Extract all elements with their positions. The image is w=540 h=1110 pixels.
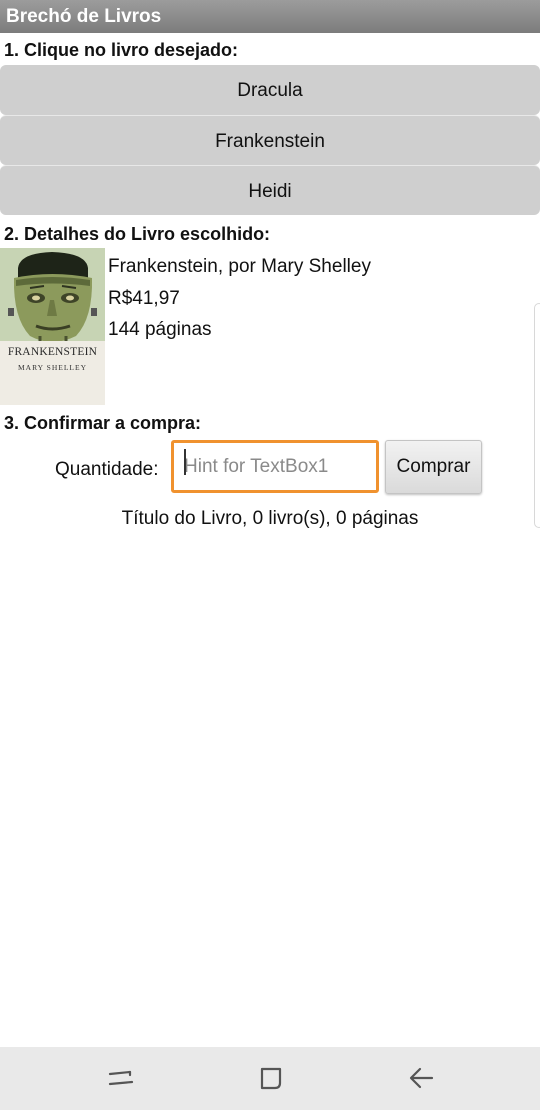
book-pages: 144 páginas xyxy=(108,319,212,340)
book-title-author: Frankenstein, por Mary Shelley xyxy=(108,256,371,277)
quantity-label: Quantidade: xyxy=(55,459,159,480)
book-button-frankenstein[interactable]: Frankenstein xyxy=(0,115,540,165)
frankenstein-face-illustration xyxy=(0,248,105,348)
quantity-input[interactable] xyxy=(171,440,379,493)
app-title-bar: Brechó de Livros xyxy=(0,0,540,33)
book-button-dracula[interactable]: Dracula xyxy=(0,65,540,115)
purchase-summary: Título do Livro, 0 livro(s), 0 páginas xyxy=(121,508,419,529)
cover-title: FRANKENSTEIN xyxy=(7,346,98,358)
app-title: Brechó de Livros xyxy=(6,6,162,27)
book-price: R$41,97 xyxy=(108,288,180,309)
book-button-heidi[interactable]: Heidi xyxy=(0,165,540,215)
step2-heading: 2. Detalhes do Livro escolhido: xyxy=(4,224,271,244)
side-edge-handle[interactable] xyxy=(534,303,540,528)
book-cover-image: FRANKENSTEIN MARY SHELLEY xyxy=(0,248,105,405)
system-navigation-bar xyxy=(0,1047,540,1110)
text-cursor xyxy=(184,449,186,475)
step3-heading: 3. Confirmar a compra: xyxy=(4,413,202,433)
back-icon[interactable] xyxy=(406,1063,436,1093)
home-icon[interactable] xyxy=(256,1063,286,1093)
buy-button[interactable]: Comprar xyxy=(385,440,482,494)
cover-author: MARY SHELLEY xyxy=(17,363,87,372)
recent-apps-icon[interactable] xyxy=(106,1063,136,1093)
step1-heading: 1. Clique no livro desejado: xyxy=(4,40,239,60)
